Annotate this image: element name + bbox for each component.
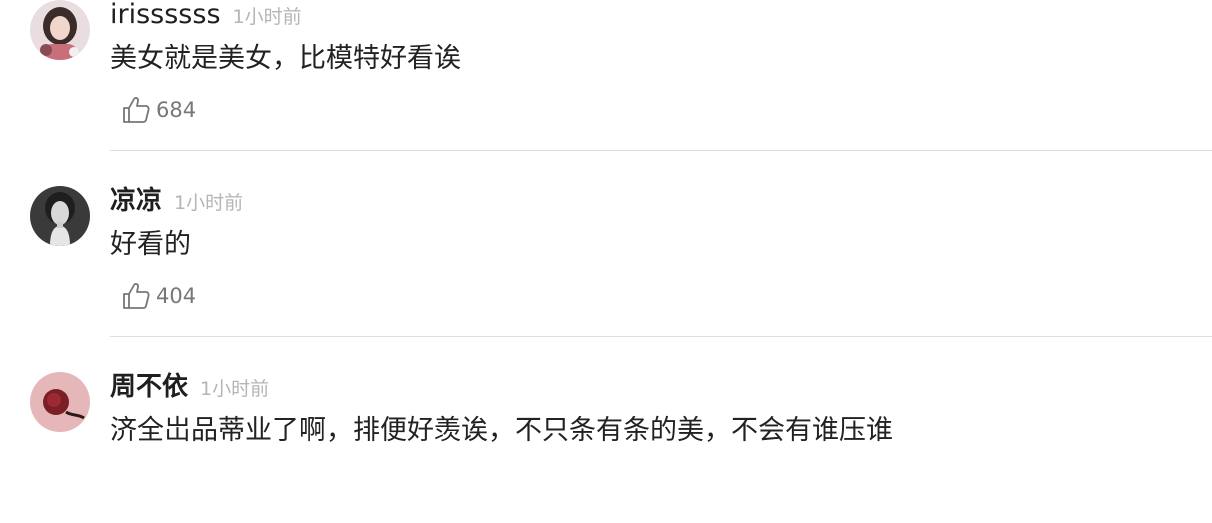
comment-username[interactable]: 周不依 (110, 369, 188, 405)
thumbs-up-icon (123, 97, 150, 123)
like-count: 404 (156, 284, 197, 308)
comment-timestamp: 1小时前 (200, 378, 270, 400)
comment-username[interactable]: 凉凉 (110, 183, 162, 219)
comment-item: irissssss 1小时前 美女就是美女，比模特好看诶 684 (0, 0, 1212, 151)
comment-timestamp: 1小时前 (174, 192, 244, 214)
comment-text: 济全岀品蒂业了啊，排便好羡诶，不只条有条的美，不会有谁压谁 (110, 415, 893, 446)
comment-text: 美女就是美女，比模特好看诶 (110, 43, 461, 74)
comment-username[interactable]: irissssss (110, 0, 221, 33)
comment-timestamp: 1小时前 (232, 6, 302, 28)
avatar[interactable] (30, 0, 90, 60)
comment-text: 好看的 (110, 229, 191, 260)
like-button[interactable]: 684 (120, 94, 196, 126)
avatar[interactable] (30, 186, 90, 246)
avatar[interactable] (30, 372, 90, 432)
like-button[interactable]: 404 (120, 280, 196, 312)
comment-item: 凉凉 1小时前 好看的 404 (0, 151, 1212, 337)
avatar-rose-icon (30, 372, 90, 432)
thumbs-up-icon (123, 283, 150, 309)
avatar-woman-icon (30, 0, 90, 60)
like-count: 684 (156, 98, 197, 122)
comment-item: 周不依 1小时前 济全岀品蒂业了啊，排便好羡诶，不只条有条的美，不会有谁压谁 (0, 337, 1212, 523)
avatar-portrait-bw-icon (30, 186, 90, 246)
